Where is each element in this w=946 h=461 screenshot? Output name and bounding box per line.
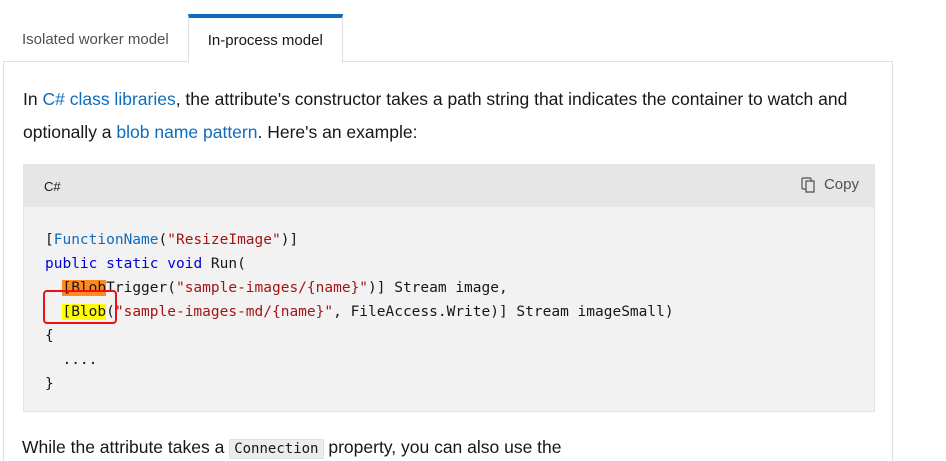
intro-paragraph: In C# class libraries, the attribute's c… xyxy=(23,83,883,149)
copy-button[interactable]: Copy xyxy=(801,176,859,193)
csharp-class-libraries-link[interactable]: C# class libraries xyxy=(42,89,175,109)
code-token: ( xyxy=(158,232,168,248)
code-string: "ResizeImage" xyxy=(167,232,281,248)
code-keyword: static xyxy=(106,256,159,272)
tab-in-process-model[interactable]: In-process model xyxy=(187,14,343,63)
code-token: Run( xyxy=(210,256,246,272)
next-text-1: While the attribute takes a xyxy=(22,437,230,457)
code-token: Trigger( xyxy=(106,280,176,296)
code-keyword: public xyxy=(45,256,98,272)
code-string: "sample-images-md/{name}" xyxy=(114,304,334,320)
code-language-label: C# xyxy=(44,179,61,194)
intro-text-1: In xyxy=(23,89,43,109)
code-token: , FileAccess.Write)] Stream imageSmall) xyxy=(333,304,674,320)
code-block: C# Copy [FunctionName("ResizeImage")] pu… xyxy=(23,164,875,412)
next-text-2: property, you can also use the xyxy=(323,437,562,457)
code-keyword: void xyxy=(167,256,203,272)
code-token: [ xyxy=(45,232,54,248)
code-token: ( xyxy=(106,304,115,320)
intro-text-3: . Here's an example: xyxy=(257,122,418,142)
blob-output-highlight: [Blob xyxy=(62,304,107,320)
code-token: )] xyxy=(280,232,299,248)
code-token: { xyxy=(45,328,54,344)
blob-trigger-highlight: [Blob xyxy=(62,280,107,296)
tab-strip: Isolated worker model In-process model xyxy=(3,14,343,63)
inline-code-connection: Connection xyxy=(229,439,324,459)
code-header: C# Copy xyxy=(24,165,874,207)
code-token: .... xyxy=(62,352,98,368)
tab-panel: In C# class libraries, the attribute's c… xyxy=(3,61,893,461)
code-string: "sample-images/{name}" xyxy=(175,280,369,296)
code-token: )] Stream image, xyxy=(368,280,508,296)
tab-isolated-worker-model[interactable]: Isolated worker model xyxy=(3,14,188,62)
copy-icon xyxy=(801,176,815,193)
copy-label: Copy xyxy=(823,176,859,193)
blob-name-pattern-link[interactable]: blob name pattern xyxy=(116,122,257,142)
code-attribute: FunctionName xyxy=(53,232,159,248)
code-content: [FunctionName("ResizeImage")] public sta… xyxy=(45,228,674,396)
code-token: } xyxy=(45,376,54,392)
next-paragraph: While the attribute takes a Connection p… xyxy=(22,437,562,459)
